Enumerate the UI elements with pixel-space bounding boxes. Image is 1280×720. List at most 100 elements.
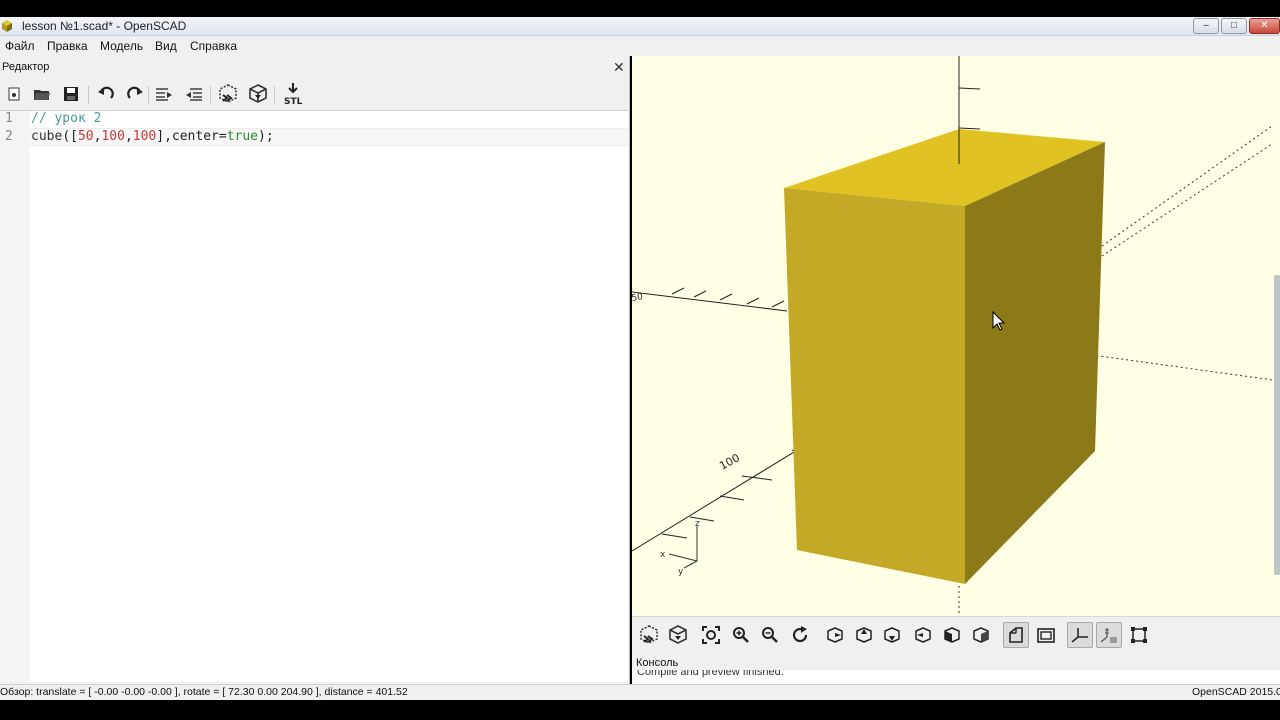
export-stl-icon[interactable]: STL: [281, 82, 305, 106]
gizmo-x: [668, 553, 698, 562]
code-comment: // урок 2: [31, 111, 102, 126]
viewport-canvas: 50 100 z x y: [632, 56, 1280, 616]
line-number: 2: [5, 129, 13, 144]
render-icon[interactable]: [665, 622, 691, 648]
toolbar-separator: [148, 86, 149, 104]
y-neg-axis: [1101, 125, 1273, 247]
preview-icon[interactable]: [636, 622, 662, 648]
menu-edit[interactable]: Правка: [47, 39, 88, 53]
reset-view-icon[interactable]: [787, 622, 813, 648]
editor-close-button[interactable]: ✕: [613, 59, 625, 76]
show-axes-icon[interactable]: [1067, 622, 1093, 648]
code-punct: =: [218, 129, 227, 144]
code-line-1[interactable]: // урок 2: [31, 111, 101, 126]
console-title: Консоль: [636, 657, 679, 669]
viewport-scrollbar[interactable]: [1274, 275, 1280, 575]
code-line-2[interactable]: cube([50,100,100],center=true);: [31, 129, 274, 144]
code-keyword: true: [226, 129, 259, 144]
menu-help[interactable]: Справка: [190, 39, 237, 53]
console-output[interactable]: Compile and preview finished.: [632, 670, 1280, 684]
gizmo-x-label: x: [660, 550, 666, 560]
undo-icon[interactable]: [94, 82, 118, 106]
preview-icon[interactable]: [216, 82, 240, 106]
editor-title: Редактор: [2, 61, 50, 73]
open-folder-icon[interactable]: [30, 82, 54, 106]
code-number: 100: [101, 129, 125, 144]
code-punct: ],: [156, 129, 172, 144]
perspective-icon[interactable]: [1003, 622, 1029, 648]
editor-pane: Редактор ✕ STL 1 2 // урок 2 cube([50,10…: [0, 56, 630, 684]
zoom-in-icon[interactable]: [728, 622, 754, 648]
svg-text:STL: STL: [284, 97, 303, 106]
toolbar-separator: [274, 86, 275, 104]
show-edges-icon[interactable]: [1126, 622, 1152, 648]
y-neg-axis-2: [1101, 143, 1273, 257]
axis-tick: [671, 287, 685, 295]
save-icon[interactable]: [59, 82, 83, 106]
scale-label: 50: [632, 292, 644, 304]
redo-icon[interactable]: [123, 82, 147, 106]
view-back-icon[interactable]: [968, 622, 994, 648]
orthogonal-icon[interactable]: [1033, 622, 1059, 648]
render-icon[interactable]: [246, 82, 270, 106]
code-punct: ([: [62, 129, 78, 144]
view-all-icon[interactable]: [698, 622, 724, 648]
console-panel: Консоль Compile and preview finished.: [632, 654, 1280, 684]
menu-bar: Файл Правка Модель Вид Справка: [0, 36, 1280, 56]
version-label: OpenSCAD 2015.03: [1192, 686, 1280, 698]
axis-tick: [958, 127, 981, 130]
line-number: 1: [5, 111, 13, 126]
cube-front-face: [784, 188, 965, 584]
close-button[interactable]: ✕: [1249, 18, 1280, 34]
code-number: 50: [77, 129, 94, 144]
view-left-icon[interactable]: [910, 622, 936, 648]
axis-tick: [771, 300, 785, 308]
view-top-icon[interactable]: [851, 622, 877, 648]
view-right-icon[interactable]: [822, 622, 848, 648]
menu-design[interactable]: Модель: [100, 39, 143, 53]
code-punct: );: [258, 129, 274, 144]
new-file-icon[interactable]: [2, 82, 26, 106]
menu-view[interactable]: Вид: [155, 39, 177, 53]
x-axis-line: [632, 291, 788, 312]
cube-side-face: [965, 142, 1105, 584]
openscad-app-icon: [2, 20, 12, 32]
title-bar: lesson №1.scad* - OpenSCAD – □ ✕: [0, 17, 1280, 36]
code-param: center: [171, 129, 219, 144]
editor-toolbar: STL: [0, 78, 630, 110]
view-front-icon[interactable]: [939, 622, 965, 648]
console-message: Compile and preview finished.: [637, 670, 784, 678]
gizmo-y: [683, 560, 698, 569]
status-bar: Обзор: translate = [ -0.00 -0.00 -0.00 ]…: [0, 684, 1280, 700]
axis-tick: [689, 516, 715, 522]
axis-tick: [693, 290, 707, 298]
axis-tick: [719, 293, 733, 301]
maximize-button[interactable]: □: [1221, 18, 1247, 34]
axis-tick: [746, 297, 760, 305]
unindent-icon[interactable]: [182, 82, 206, 106]
code-number: 100: [132, 129, 157, 144]
axis-tick: [661, 533, 688, 539]
show-scale-marks-icon[interactable]: [1096, 622, 1122, 648]
axis-tick: [719, 495, 745, 501]
menu-file[interactable]: Файл: [5, 39, 35, 53]
toolbar-separator: [88, 86, 89, 104]
view-bottom-icon[interactable]: [879, 622, 905, 648]
code-editor[interactable]: 1 2 // урок 2 cube([50,100,100],center=t…: [0, 110, 628, 682]
axis-tick: [958, 87, 981, 90]
line-number-gutter: [0, 111, 30, 682]
zoom-out-icon[interactable]: [757, 622, 783, 648]
axis-tick: [741, 475, 773, 481]
3d-viewport[interactable]: 50 100 z x y: [632, 56, 1280, 616]
editor-header: Редактор ✕: [0, 59, 630, 76]
view-toolbar: [632, 616, 1280, 654]
axis-gizmo: [668, 526, 698, 569]
code-function: cube: [31, 129, 63, 144]
openscad-window: lesson №1.scad* - OpenSCAD – □ ✕ Файл Пр…: [0, 0, 1280, 720]
view-status: Обзор: translate = [ -0.00 -0.00 -0.00 ]…: [0, 686, 408, 698]
minimize-button[interactable]: –: [1193, 18, 1219, 34]
gizmo-y-label: y: [678, 567, 684, 577]
code-punct: ,: [124, 129, 133, 144]
window-title: lesson №1.scad* - OpenSCAD: [22, 19, 187, 33]
indent-icon[interactable]: [152, 82, 176, 106]
